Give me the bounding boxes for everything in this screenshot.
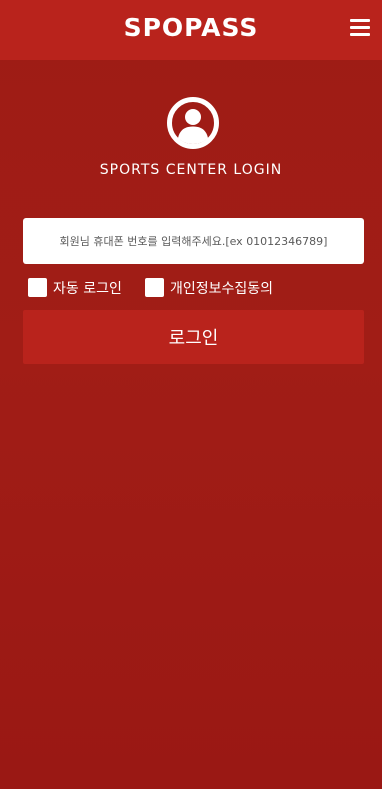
login-heading: SPORTS CENTER LOGIN <box>99 162 283 178</box>
privacy-consent-label[interactable]: 개인정보수집동의 <box>170 278 273 298</box>
phone-number-input[interactable] <box>23 218 364 264</box>
privacy-consent-option[interactable]: 개인정보수집동의 <box>145 277 273 298</box>
privacy-consent-checkbox[interactable] <box>145 278 164 297</box>
login-button[interactable]: 로그인 <box>23 310 364 364</box>
app-header: SPOPASS <box>0 0 382 60</box>
hamburger-menu-icon[interactable] <box>350 19 370 37</box>
auto-login-label[interactable]: 자동 로그인 <box>53 278 122 298</box>
auto-login-option[interactable]: 자동 로그인 <box>28 277 122 298</box>
user-circle-icon <box>167 97 219 149</box>
app-title: SPOPASS <box>123 13 259 42</box>
auto-login-checkbox[interactable] <box>28 278 47 297</box>
